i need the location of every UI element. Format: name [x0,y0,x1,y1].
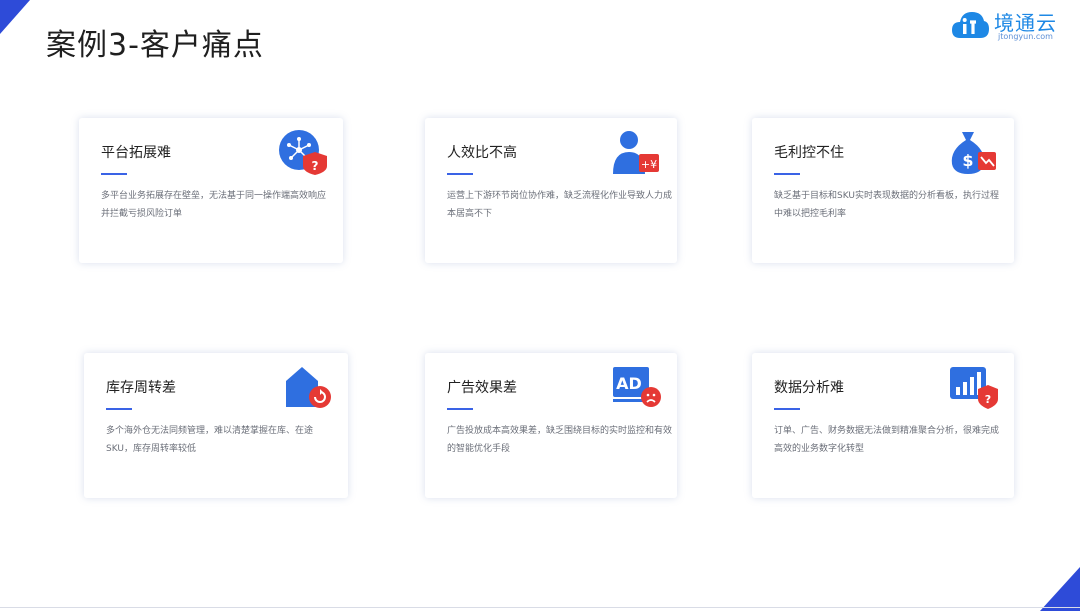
svg-text:?: ? [312,159,319,173]
svg-text:$: $ [962,151,973,170]
card-description: 多个海外仓无法同频管理，难以清楚掌握在库、在途SKU，库存周转率较低 [106,426,314,454]
svg-text:?: ? [985,393,991,406]
brand-logo: 境通云 jtongyun.com [950,6,1065,46]
card-title: 广告效果差 [447,380,517,396]
card-description: 多平台业务拓展存在壁垒，无法基于同一操作端高效响应并拦截亏损风险订单 [101,191,327,219]
corner-decoration-top-left [0,0,30,34]
card-accent-bar [774,173,800,175]
card-description: 订单、广告、财务数据无法做到精准聚合分析，很难完成高效的业务数字化转型 [774,426,1000,454]
card-title: 库存周转差 [106,380,176,396]
bar-chart-warning-icon: ? [950,367,998,409]
card-description: 缺乏基于目标和SKU实时表现数据的分析看板，执行过程中难以把控毛利率 [774,191,999,219]
logo-url: jtongyun.com [998,32,1053,41]
card-title: 平台拓展难 [101,145,171,161]
card-accent-bar [774,408,800,410]
pain-point-card-inventory: 库存周转差 多个海外仓无法同频管理，难以清楚掌握在库、在途SKU，库存周转率较低 [84,353,348,498]
pain-point-card-analytics: 数据分析难 订单、广告、财务数据无法做到精准聚合分析，很难完成高效的业务数字化转… [752,353,1014,498]
pain-point-card-platform: 平台拓展难 多平台业务拓展存在壁垒，无法基于同一操作端高效响应并拦截亏损风险订单… [79,118,343,263]
card-title: 数据分析难 [774,380,844,396]
svg-text:+¥: +¥ [641,158,657,171]
person-cost-icon: +¥ [613,131,659,174]
card-title: 毛利控不住 [774,145,844,161]
svg-text:AD: AD [616,374,642,393]
warehouse-turnover-icon [286,367,331,408]
card-title: 人效比不高 [447,145,517,161]
card-accent-bar [447,408,473,410]
card-description: 广告投放成本高效果差，缺乏围绕目标的实时监控和有效的智能优化手段 [447,426,673,454]
card-accent-bar [447,173,473,175]
cloud-logo-icon [952,12,989,38]
corner-decoration-bottom-right [1040,567,1080,611]
pain-point-card-efficiency: 人效比不高 运营上下游环节岗位协作难，缺乏流程化作业导致人力成本居高不下 +¥ [425,118,677,263]
card-description: 运营上下游环节岗位协作难，缺乏流程化作业导致人力成本居高不下 [447,191,673,219]
bottom-divider [0,607,1080,608]
ad-sad-icon: AD [613,367,661,407]
page-title: 案例3-客户痛点 [46,28,264,63]
platform-network-warning-icon: ? [279,130,327,175]
pain-point-card-margin: 毛利控不住 缺乏基于目标和SKU实时表现数据的分析看板，执行过程中难以把控毛利率… [752,118,1014,263]
money-bag-decline-icon: $ [951,132,996,174]
card-accent-bar [106,408,132,410]
card-accent-bar [101,173,127,175]
pain-point-card-ads: 广告效果差 广告投放成本高效果差，缺乏围绕目标的实时监控和有效的智能优化手段 A… [425,353,677,498]
